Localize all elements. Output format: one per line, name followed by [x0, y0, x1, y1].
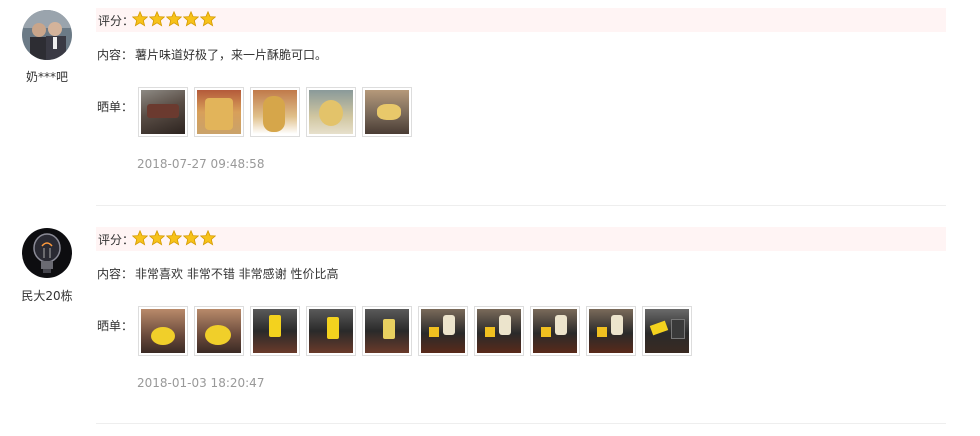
divider — [96, 423, 946, 424]
review-photo[interactable] — [362, 306, 412, 356]
review-content: 内容： 薯片味道好极了，来一片酥脆可口。 — [97, 46, 327, 63]
rating-label: 评分： — [98, 14, 135, 28]
content-label: 内容： — [97, 267, 134, 281]
review-photo[interactable] — [250, 306, 300, 356]
star-rating — [132, 11, 216, 29]
review-photo[interactable] — [474, 306, 524, 356]
review-photo[interactable] — [642, 306, 692, 356]
avatar-photo-icon — [22, 10, 72, 60]
content-label: 内容： — [97, 48, 134, 62]
star-icon — [183, 11, 199, 27]
lightbulb-icon — [22, 228, 72, 278]
avatar[interactable] — [22, 228, 72, 278]
review-photo[interactable] — [362, 87, 412, 137]
username[interactable]: 民大20栋 — [10, 287, 84, 304]
review-photo[interactable] — [418, 306, 468, 356]
review-photo[interactable] — [250, 87, 300, 137]
content-text: 薯片味道好极了，来一片酥脆可口。 — [135, 48, 328, 62]
star-icon — [183, 230, 199, 246]
star-icon — [200, 11, 216, 27]
rating-row: 评分： — [96, 227, 946, 251]
review-photo[interactable] — [586, 306, 636, 356]
star-icon — [200, 230, 216, 246]
content-text: 非常喜欢 非常不错 非常感谢 性价比高 — [135, 267, 339, 281]
rating-row: 评分： — [96, 8, 946, 32]
photo-gallery — [138, 306, 692, 356]
star-rating — [132, 230, 216, 248]
divider — [96, 205, 946, 206]
star-icon — [166, 11, 182, 27]
rating-label: 评分： — [98, 233, 135, 247]
star-icon — [149, 11, 165, 27]
review-photo[interactable] — [306, 306, 356, 356]
review-photo[interactable] — [138, 306, 188, 356]
star-icon — [149, 230, 165, 246]
review-date: 2018-07-27 09:48:58 — [137, 157, 265, 171]
review-content: 内容： 非常喜欢 非常不错 非常感谢 性价比高 — [97, 265, 338, 282]
review-photo[interactable] — [138, 87, 188, 137]
review-photo[interactable] — [194, 87, 244, 137]
review-photo[interactable] — [530, 306, 580, 356]
review-photo[interactable] — [194, 306, 244, 356]
show-label: 晒单： — [97, 100, 134, 114]
star-icon — [166, 230, 182, 246]
review-photo[interactable] — [306, 87, 356, 137]
star-icon — [132, 230, 148, 246]
show-label: 晒单： — [97, 319, 134, 333]
review-date: 2018-01-03 18:20:47 — [137, 376, 265, 390]
avatar[interactable] — [22, 10, 72, 60]
photo-gallery — [138, 87, 412, 137]
star-icon — [132, 11, 148, 27]
username[interactable]: 奶***吧 — [10, 68, 84, 85]
